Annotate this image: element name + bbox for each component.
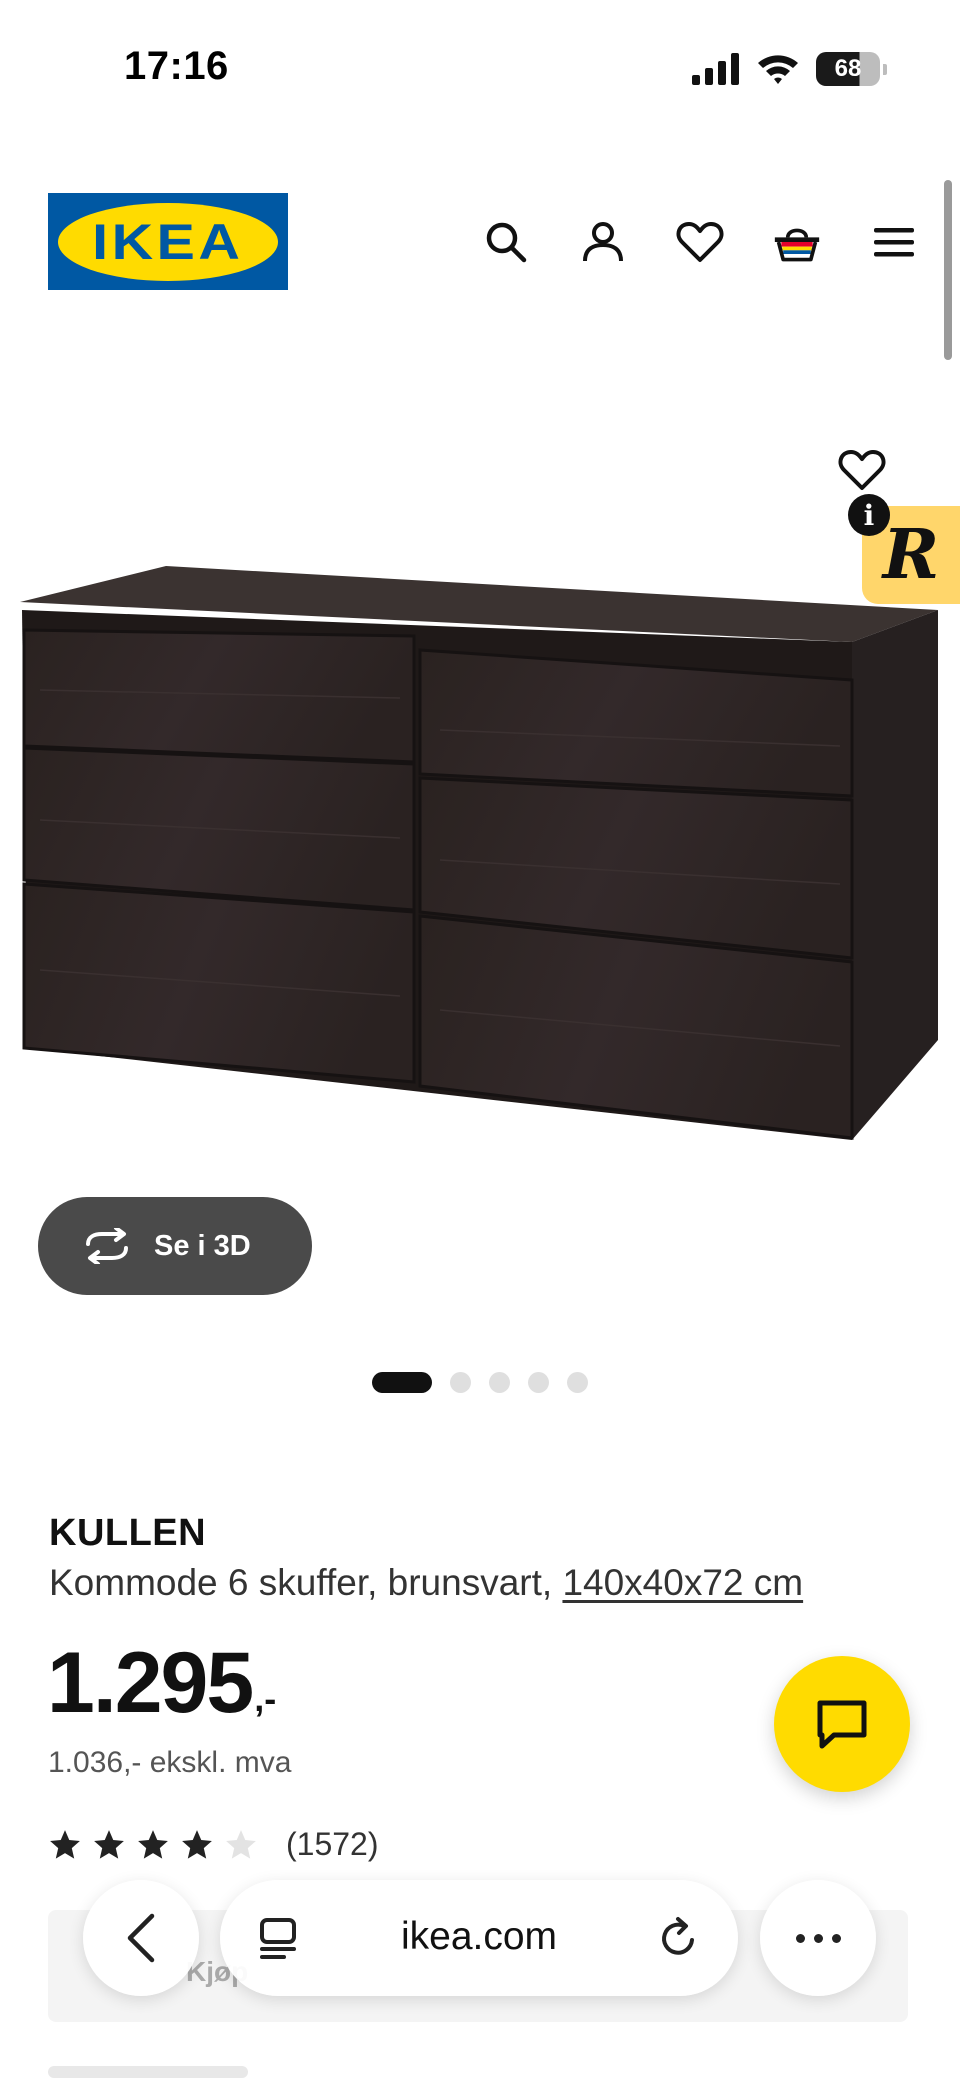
reload-icon[interactable] (654, 1914, 702, 1962)
view-in-3d-label: Se i 3D (154, 1229, 251, 1262)
product-rating[interactable]: (1572) (48, 1826, 379, 1863)
image-carousel-dots (372, 1372, 588, 1393)
carousel-dot[interactable] (567, 1372, 588, 1393)
status-bar: 17:16 68 (0, 0, 960, 140)
product-description-text: Kommode 6 skuffer, brunsvart, (49, 1562, 553, 1603)
battery-level: 68 (834, 55, 862, 82)
browser-more-button[interactable] (760, 1880, 876, 1996)
heart-icon[interactable] (676, 218, 724, 266)
logo-oval: IKEA (58, 202, 278, 281)
product-measurements-link[interactable]: 140x40x72 cm (562, 1562, 803, 1603)
star-filled-icon (94, 1829, 124, 1859)
browser-back-button[interactable] (83, 1880, 199, 1996)
star-filled-icon (182, 1829, 212, 1859)
product-name: KULLEN (49, 1512, 207, 1554)
address-bar[interactable]: ikea.com (220, 1880, 738, 1996)
chat-button[interactable] (774, 1656, 910, 1792)
wifi-icon (758, 55, 798, 84)
user-icon[interactable] (579, 218, 627, 266)
header-actions (482, 218, 918, 266)
carousel-dot[interactable] (528, 1372, 549, 1393)
save-favourite-icon[interactable] (838, 448, 886, 492)
status-time: 17:16 (124, 44, 229, 88)
basket-icon[interactable] (773, 218, 821, 266)
review-count: (1572) (286, 1826, 379, 1862)
carousel-dot[interactable] (450, 1372, 471, 1393)
star-filled-icon (138, 1829, 168, 1859)
status-icons: 68 (692, 52, 887, 86)
battery-icon: 68 (816, 52, 887, 86)
carousel-dot[interactable] (489, 1372, 510, 1393)
cellular-signal-icon (692, 53, 739, 85)
product-price: 1.295 ,- (47, 1640, 276, 1726)
more-dot (795, 1933, 805, 1943)
page-scrollbar[interactable] (944, 180, 952, 360)
carousel-dot[interactable] (372, 1372, 432, 1393)
more-dot (813, 1933, 823, 1943)
price-suffix: ,- (254, 1678, 277, 1719)
next-section-heading (48, 2066, 248, 2078)
chevron-left-icon (127, 1913, 155, 1963)
browser-toolbar: ikea.com (0, 1880, 960, 2000)
product-description: Kommode 6 skuffer, brunsvart, 140x40x72 … (49, 1562, 803, 1604)
logo-text: IKEA (92, 213, 244, 270)
info-icon[interactable]: i (848, 494, 890, 536)
site-header: IKEA (0, 180, 960, 310)
price-amount: 1.295 (47, 1635, 254, 1731)
rotate-3d-icon (86, 1228, 128, 1264)
star-empty-icon (226, 1829, 256, 1859)
search-icon[interactable] (482, 218, 530, 266)
more-dot (831, 1933, 841, 1943)
star-filled-icon (50, 1829, 80, 1859)
ikea-logo[interactable]: IKEA (48, 193, 288, 290)
menu-icon[interactable] (870, 218, 918, 266)
view-in-3d-button[interactable]: Se i 3D (38, 1197, 312, 1295)
chat-icon (817, 1700, 867, 1749)
product-image[interactable] (0, 360, 960, 1160)
price-ex-vat: 1.036,- ekskl. mva (48, 1746, 292, 1779)
